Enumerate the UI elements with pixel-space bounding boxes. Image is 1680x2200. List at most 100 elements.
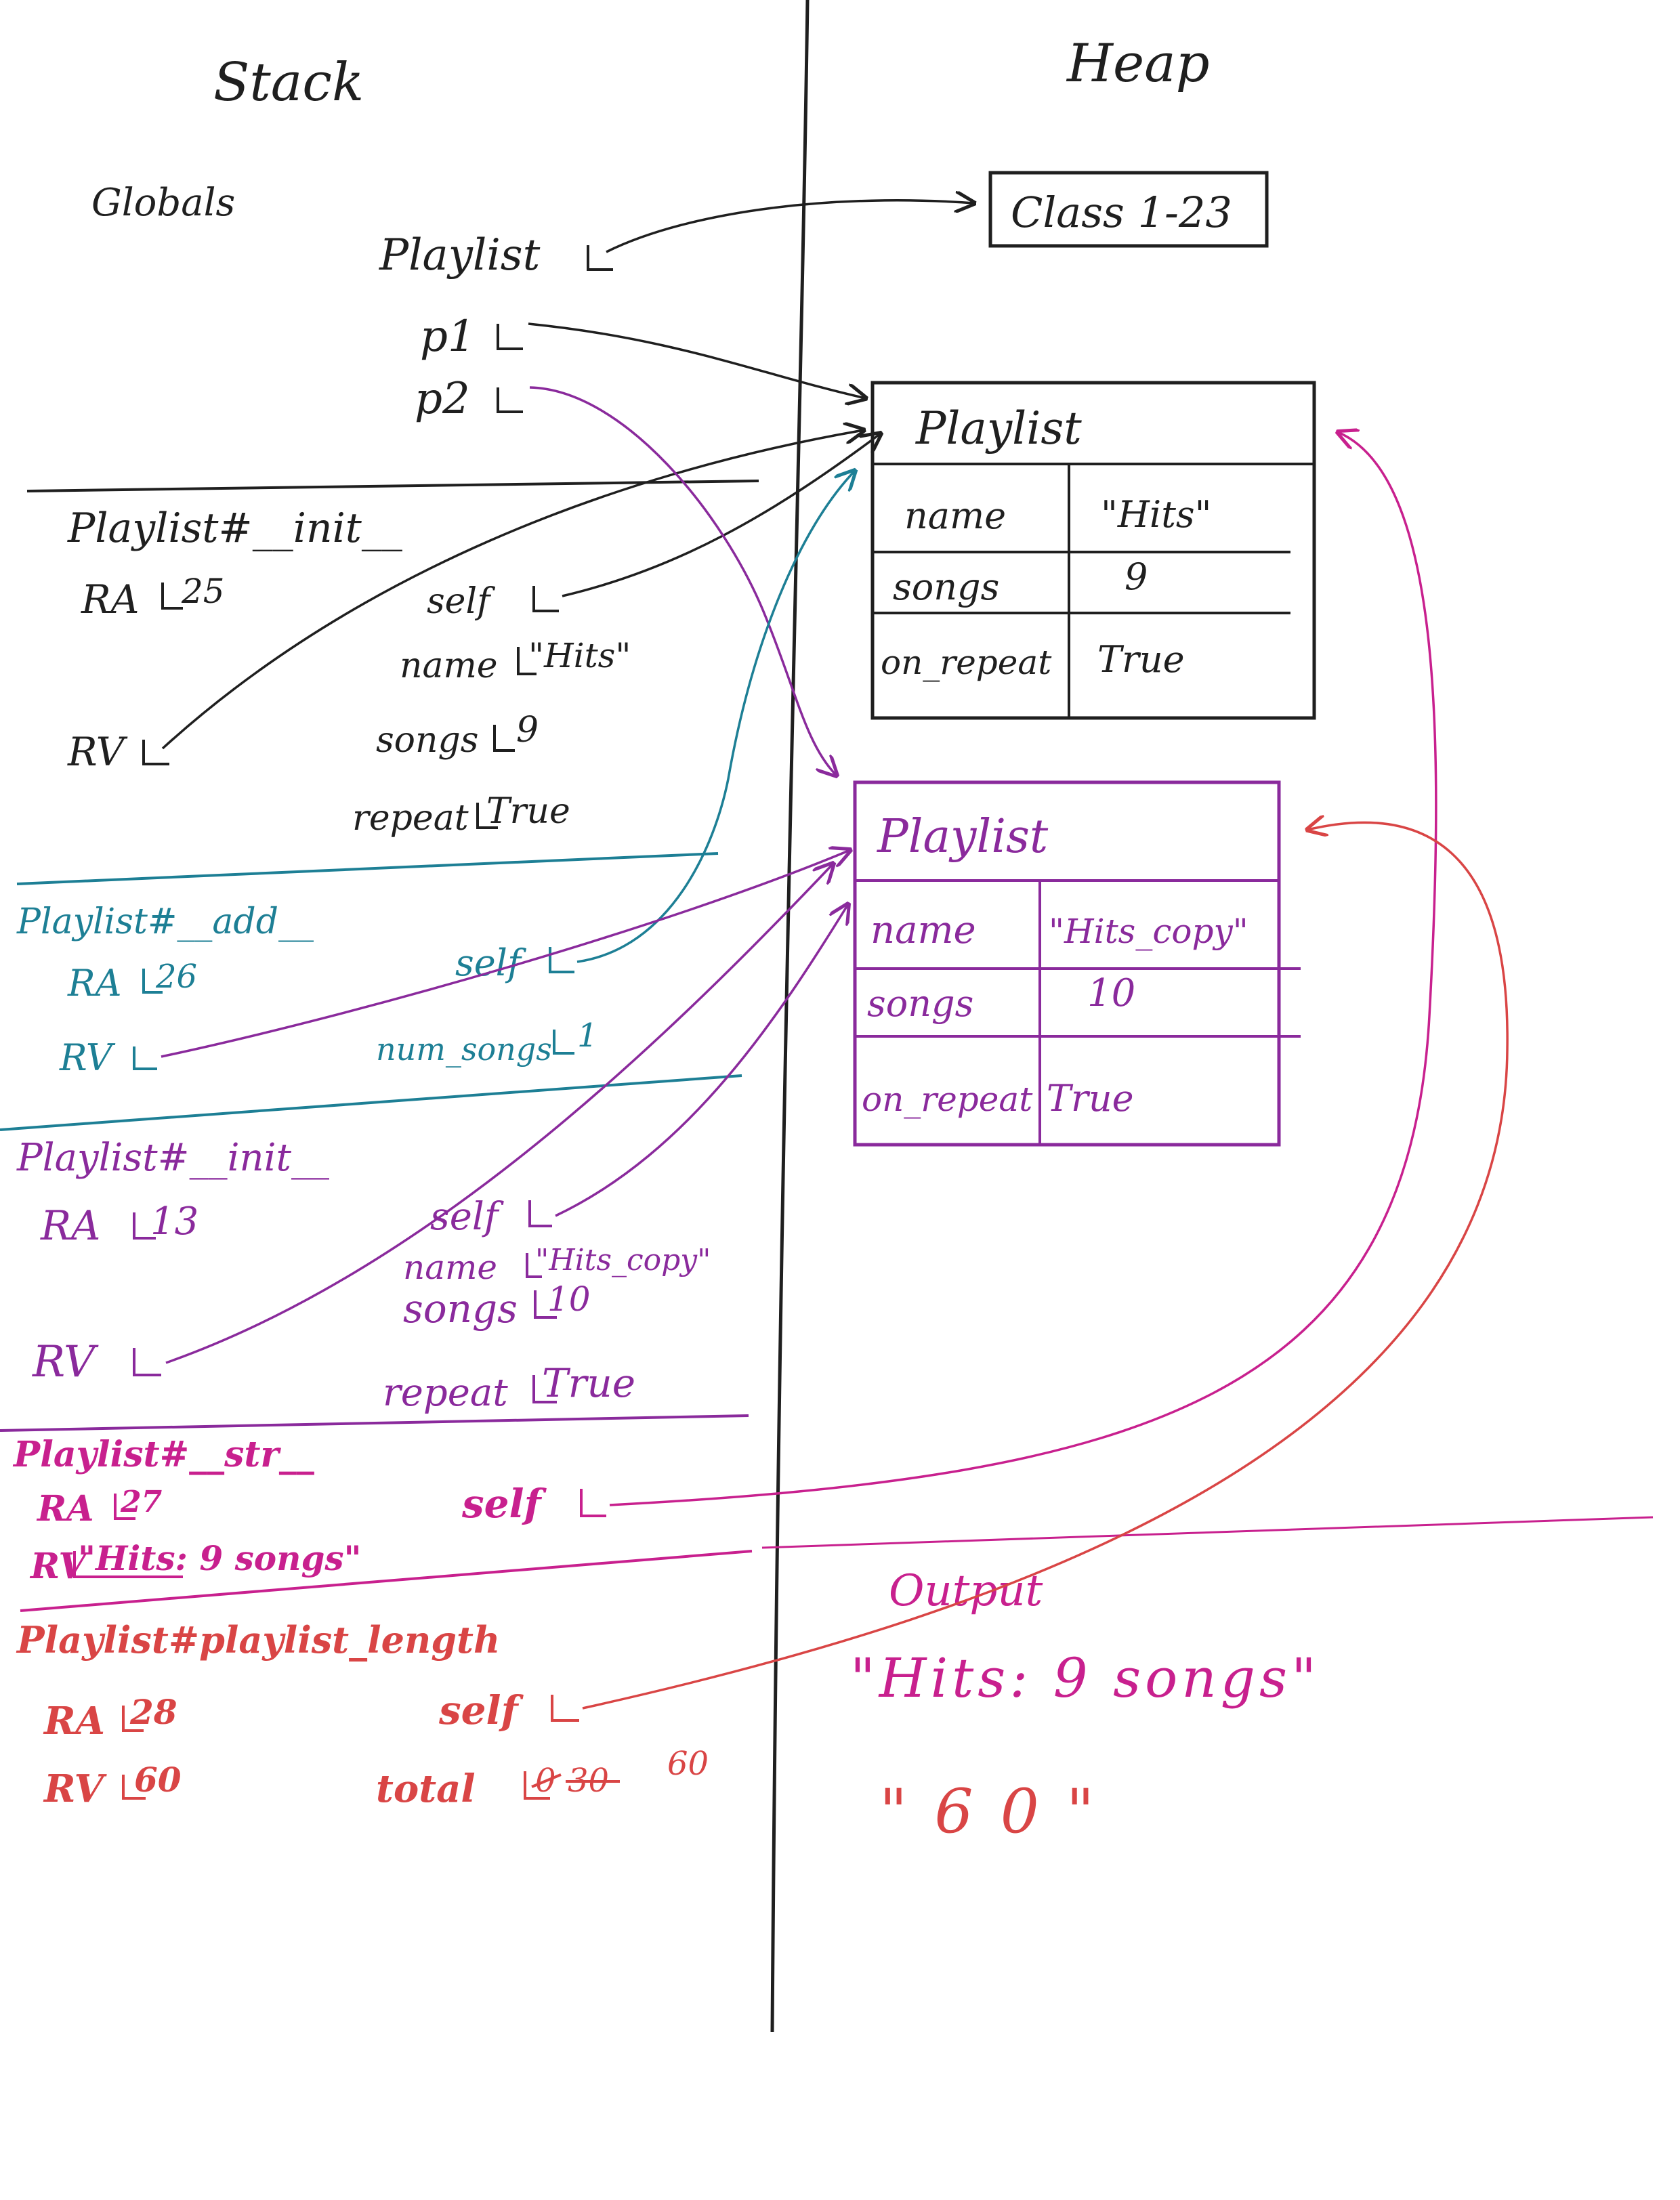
frame3-ra-label: RA — [40, 1202, 101, 1250]
object2-val-songs: 10 — [1087, 971, 1135, 1015]
frame3-self-slot — [528, 1200, 552, 1227]
arrow-global-playlist-to-class — [606, 200, 974, 253]
frame1-ra-label: RA — [81, 576, 140, 622]
frame1-self-label: self — [427, 581, 495, 622]
frame2-num-songs-slot — [553, 1030, 574, 1055]
frame2-ra-value: 26 — [155, 958, 197, 996]
object2-val-name: "Hits_copy" — [1049, 912, 1248, 951]
object1-val-name: "Hits" — [1101, 493, 1211, 536]
arrow-frame3-self-to-object2 — [555, 904, 848, 1217]
frame1-rv-slot — [142, 740, 169, 765]
frame4-rv-value: "Hits: 9 songs" — [78, 1538, 362, 1578]
frame5-ra-label: RA — [43, 1699, 105, 1743]
heap-header: Heap — [1066, 33, 1210, 94]
frame4-ra-value: 27 — [120, 1485, 163, 1519]
arrow-p2-to-object2 — [529, 386, 837, 776]
frame-divider-2 — [0, 1074, 742, 1131]
frame3-title: Playlist#__init__ — [16, 1136, 329, 1180]
frame5-total-final: 60 — [667, 1745, 709, 1783]
stack-heap-diagram: Stack Heap Globals Playlist p1 p2 Class … — [0, 0, 1654, 2033]
frame3-rv-slot — [133, 1348, 161, 1376]
object1-title: Playlist — [915, 402, 1082, 454]
global-var-p1: p1 — [420, 312, 476, 362]
frame2-ra-label: RA — [67, 962, 122, 1004]
object2-key-on-repeat: on_repeat — [862, 1080, 1033, 1119]
frame1-ra-value: 25 — [181, 572, 225, 611]
frame-str: Playlist#__str__ RA 27 self RV "Hits: 9 … — [12, 1434, 606, 1587]
frame-init-hits: Playlist#__init__ RA 25 self name "Hits"… — [67, 505, 631, 839]
stack-header: Stack — [213, 52, 364, 113]
heap-object-playlist-hits: Playlist name "Hits" songs 9 on_repeat T… — [870, 381, 1316, 720]
frame1-songs-slot — [493, 725, 515, 752]
object2-key-songs: songs — [867, 982, 973, 1025]
object2-key-name: name — [870, 908, 976, 952]
frame5-ra-value: 28 — [129, 1692, 177, 1732]
heap-object-playlist-hits-copy: Playlist name "Hits_copy" songs 10 on_re… — [853, 780, 1301, 1147]
stack-heap-divider — [770, 0, 810, 2033]
frame3-ra-value: 13 — [150, 1200, 198, 1244]
frame-divider-1 — [16, 852, 719, 885]
frame5-self-slot — [551, 1695, 579, 1722]
frame3-name-value: "Hits_copy" — [535, 1243, 711, 1277]
frame1-title: Playlist#__init__ — [67, 505, 402, 552]
frame1-repeat-value: True — [486, 791, 570, 832]
frame-playlist-length: Playlist#playlist_length RA 28 self tota… — [16, 1618, 709, 1811]
frame5-self-label: self — [438, 1687, 524, 1733]
frame3-name-label: name — [403, 1248, 497, 1287]
global-slot-p1 — [497, 324, 523, 350]
arrow-frame1-rv-to-object1 — [161, 430, 864, 750]
frame-init-hits-copy: Playlist#__init__ RA 13 self name "Hits_… — [16, 1136, 711, 1415]
output-divider — [761, 1516, 1654, 1549]
object1-val-on-repeat: True — [1097, 638, 1185, 681]
frame1-repeat-label: repeat — [352, 798, 469, 839]
frame3-repeat-label: repeat — [383, 1371, 508, 1415]
global-slot-p2 — [497, 387, 523, 413]
global-var-p2: p2 — [415, 374, 470, 424]
object1-key-name: name — [904, 494, 1006, 537]
frame4-self-slot — [580, 1489, 606, 1517]
frame3-rv-label: RV — [32, 1337, 99, 1387]
arrow-frame2-self-to-object1 — [576, 471, 855, 963]
output-title: Output — [889, 1566, 1043, 1616]
frame1-self-slot — [532, 586, 559, 612]
output-line-2: "60" — [879, 1776, 1121, 1847]
frame-add: Playlist#__add__ RA 26 self num_songs 1 … — [16, 902, 598, 1079]
frame5-total-label: total — [376, 1767, 476, 1811]
object1-key-songs: songs — [893, 566, 999, 608]
arrow-p1-to-object1 — [528, 322, 866, 398]
frame4-self-label: self — [461, 1481, 547, 1527]
frame4-title: Playlist#__str__ — [12, 1434, 314, 1475]
frame5-rv-value: 60 — [134, 1760, 182, 1800]
object2-title: Playlist — [876, 810, 1049, 864]
frame2-title: Playlist#__add__ — [16, 902, 314, 942]
output-line-1: "Hits: 9 songs" — [850, 1647, 1320, 1710]
frame1-rv-label: RV — [67, 729, 128, 775]
frame3-songs-value: 10 — [547, 1279, 591, 1319]
frame5-rv-label: RV — [43, 1767, 108, 1811]
frame4-ra-label: RA — [36, 1488, 94, 1529]
object1-key-on-repeat: on_repeat — [881, 643, 1052, 682]
output-section: Output "Hits: 9 songs" "60" — [850, 1566, 1320, 1847]
frame-divider-3 — [0, 1414, 749, 1432]
frame2-rv-label: RV — [59, 1036, 116, 1079]
global-var-playlist: Playlist — [379, 230, 541, 280]
frame1-songs-value: 9 — [516, 710, 539, 750]
frame2-num-songs-label: num_songs — [376, 1031, 552, 1067]
object1-val-songs: 9 — [1125, 555, 1148, 598]
frame1-ra-slot — [161, 583, 183, 610]
object2-val-on-repeat: True — [1047, 1077, 1134, 1120]
globals-title: Globals — [91, 181, 235, 225]
frame2-rv-slot — [133, 1046, 157, 1070]
frame3-songs-label: songs — [403, 1286, 518, 1332]
frame1-name-value: "Hits" — [528, 636, 631, 675]
arrow-frame1-self-to-object1 — [562, 433, 881, 597]
frame1-name-label: name — [400, 646, 498, 686]
frame3-repeat-value: True — [542, 1360, 635, 1406]
heap-class-box: Class 1-23 — [988, 171, 1269, 248]
frame2-num-songs-value: 1 — [577, 1017, 598, 1055]
frame2-self-label: self — [455, 942, 526, 984]
class-box-label: Class 1-23 — [1011, 188, 1232, 237]
arrow-frame5-self-to-object2 — [582, 822, 1509, 1710]
pointer-arrows — [161, 200, 1509, 1710]
global-slot-playlist — [587, 245, 613, 271]
